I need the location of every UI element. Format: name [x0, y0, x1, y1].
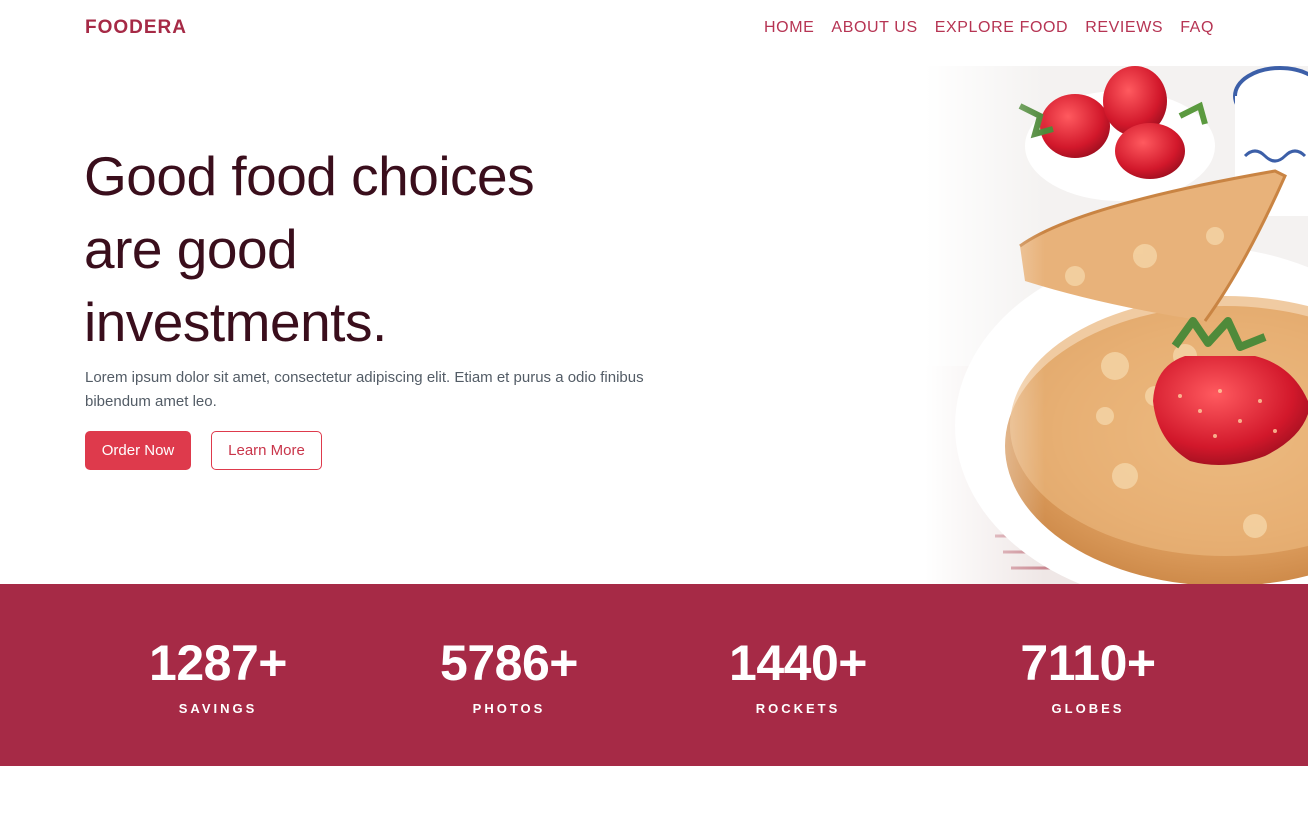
- top-navbar: FOODERA HOME ABOUT US EXPLORE FOOD REVIE…: [0, 0, 1308, 58]
- nav-link-reviews[interactable]: REVIEWS: [1085, 19, 1163, 37]
- hero-title: Good food choices are good investments.: [84, 140, 684, 359]
- brand-logo[interactable]: FOODERA: [85, 17, 187, 39]
- stat-value: 1287+: [149, 635, 287, 691]
- stats-band: 1287+ SAVINGS 5786+ PHOTOS 1440+ ROCKETS…: [0, 584, 1308, 766]
- learn-more-button[interactable]: Learn More: [211, 431, 322, 470]
- landing-page: FOODERA HOME ABOUT US EXPLORE FOOD REVIE…: [0, 0, 1308, 816]
- stat-label: GLOBES: [1051, 701, 1125, 716]
- hero-title-line-3: investments.: [84, 291, 387, 353]
- order-now-button[interactable]: Order Now: [85, 431, 191, 470]
- stat-value: 5786+: [440, 635, 578, 691]
- nav-link-explore-food[interactable]: EXPLORE FOOD: [935, 19, 1068, 37]
- nav-menu: HOME ABOUT US EXPLORE FOOD REVIEWS FAQ: [764, 19, 1214, 37]
- hero-title-line-2: are good: [84, 218, 298, 280]
- stat-label: ROCKETS: [755, 701, 841, 716]
- nav-link-about-us[interactable]: ABOUT US: [831, 19, 917, 37]
- hero-description: Lorem ipsum dolor sit amet, consectetur …: [85, 369, 644, 410]
- nav-link-faq[interactable]: FAQ: [1180, 19, 1214, 37]
- pancakes-strawberries-photo: [925, 66, 1308, 584]
- stat-label: SAVINGS: [178, 701, 258, 716]
- stat-value: 1440+: [729, 635, 867, 691]
- stat-label: PHOTOS: [472, 701, 546, 716]
- stat-value: 7110+: [1020, 635, 1156, 691]
- hero-title-line-1: Good food choices: [84, 145, 535, 207]
- nav-link-home[interactable]: HOME: [764, 19, 814, 37]
